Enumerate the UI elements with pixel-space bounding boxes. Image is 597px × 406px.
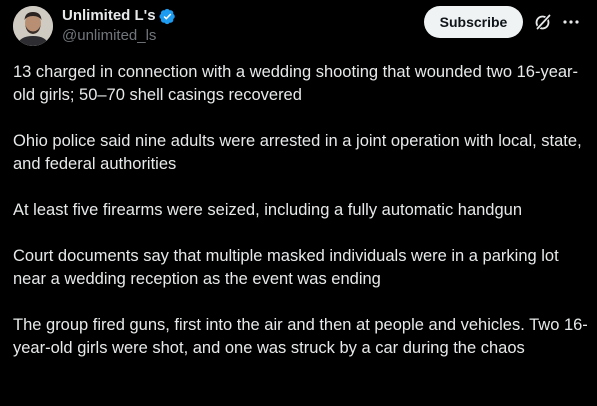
avatar-image [13,6,53,46]
post-paragraph: 13 charged in connection with a wedding … [13,63,579,104]
subscribe-button[interactable]: Subscribe [424,6,523,38]
more-icon[interactable] [561,12,581,32]
post-paragraph: Court documents say that multiple masked… [13,247,559,288]
verified-badge-icon[interactable] [159,8,176,25]
name-row: Unlimited L's [62,6,176,26]
author-info: Unlimited L's @unlimited_ls [62,6,176,46]
author-display-name[interactable]: Unlimited L's [62,6,156,26]
post-text: 13 charged in connection with a wedding … [13,61,588,360]
post-paragraph: Ohio police said nine adults were arrest… [13,132,582,173]
post: Unlimited L's @unlimited_ls Subscribe 13… [0,0,597,406]
grok-icon[interactable] [533,12,553,32]
author-handle[interactable]: @unlimited_ls [62,26,176,46]
post-header: Unlimited L's @unlimited_ls Subscribe [0,0,597,52]
avatar[interactable] [13,6,53,46]
post-paragraph: At least five firearms were seized, incl… [13,201,523,219]
post-paragraph: The group fired guns, first into the air… [13,316,588,357]
